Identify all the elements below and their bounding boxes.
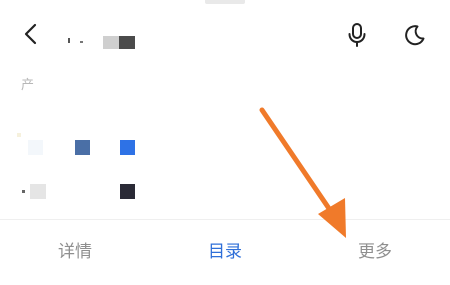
theme-swatch-light[interactable] (28, 140, 43, 155)
theme-swatch-blue[interactable] (120, 140, 135, 155)
decor-dot (22, 190, 25, 193)
night-mode-button[interactable] (400, 20, 430, 50)
tab-more[interactable]: 更多 (335, 232, 415, 272)
theme-swatch-slate-blue[interactable] (75, 140, 90, 155)
theme-swatch-gray[interactable] (30, 184, 46, 199)
chevron-left-icon (24, 23, 37, 45)
decor-dot (17, 133, 21, 137)
tab-bar-divider (0, 219, 450, 220)
section-label: 产 (21, 78, 35, 93)
drag-handle[interactable] (205, 0, 245, 4)
obscured-title (68, 33, 138, 51)
tab-catalog[interactable]: 目录 (185, 232, 265, 272)
theme-swatch-dark[interactable] (120, 184, 135, 199)
microphone-icon (348, 23, 366, 47)
voice-read-button[interactable] (342, 20, 372, 50)
back-button[interactable] (17, 20, 45, 48)
moon-icon (405, 25, 425, 46)
tab-detail[interactable]: 详情 (35, 232, 115, 272)
